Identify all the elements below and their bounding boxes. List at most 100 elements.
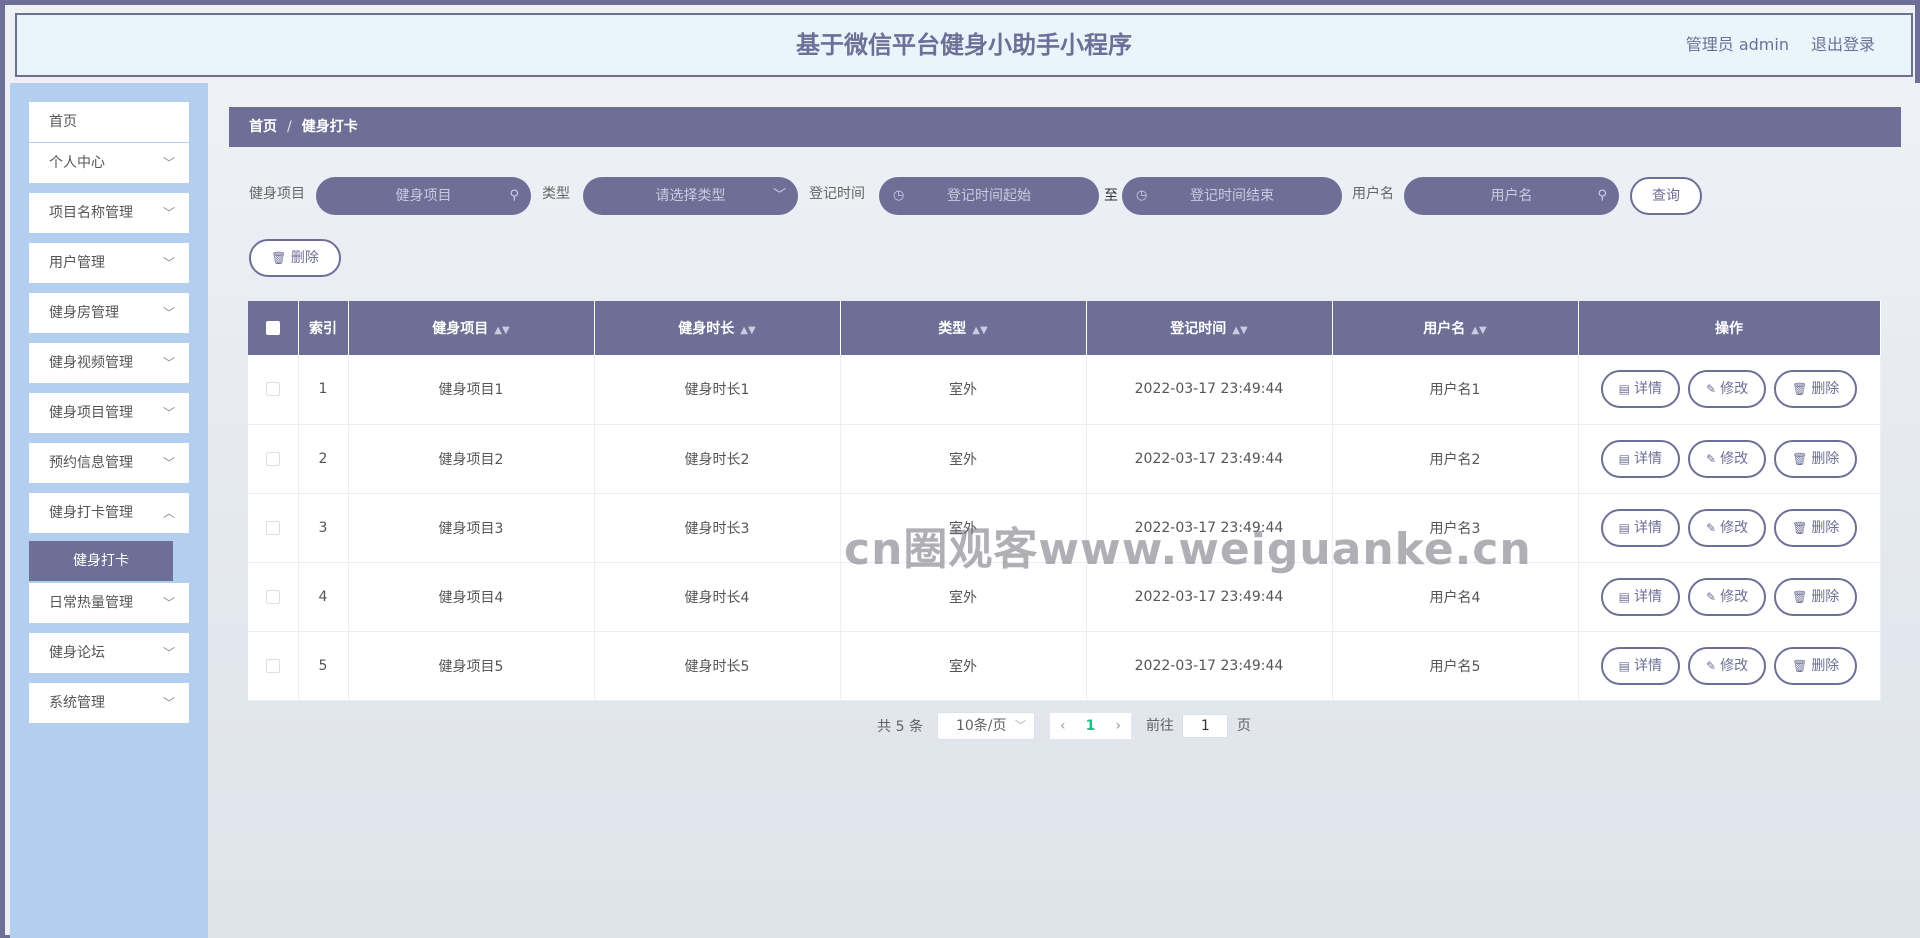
batch-delete-button[interactable]: 🗑 删除 xyxy=(249,239,341,277)
type-select[interactable]: 请选择类型 ﹀ xyxy=(583,177,798,215)
cell-actions: ▤ 详情 ✎ 修改 🗑 删除 xyxy=(1578,424,1881,494)
column-title: 用户名 xyxy=(1423,321,1466,337)
sort-icon[interactable]: ▲▼ xyxy=(972,325,987,336)
detail-button[interactable]: ▤ 详情 xyxy=(1600,439,1681,478)
delete-button[interactable]: 🗑 删除 xyxy=(1774,370,1858,409)
delete-label: 删除 xyxy=(1811,657,1840,674)
sort-icon[interactable]: ▲▼ xyxy=(1232,325,1247,336)
detail-label: 详情 xyxy=(1634,657,1663,674)
next-page-icon[interactable]: › xyxy=(1115,718,1121,734)
chevron-down-icon: ﹀ xyxy=(162,156,175,170)
sidebar-item-users[interactable]: 用户管理 ﹀ xyxy=(29,243,189,283)
row-checkbox[interactable] xyxy=(265,382,280,397)
edit-button[interactable]: ✎ 修改 xyxy=(1688,439,1767,478)
column-title: 健身时长 xyxy=(678,321,735,337)
delete-button[interactable]: 🗑 删除 xyxy=(1774,439,1858,478)
edit-button[interactable]: ✎ 修改 xyxy=(1688,646,1767,685)
sidebar-item-videos[interactable]: 健身视频管理 ﹀ xyxy=(29,343,189,383)
goto-prefix: 前往 xyxy=(1145,718,1174,734)
sort-icon[interactable]: ▲▼ xyxy=(740,325,755,336)
cell-type: 室外 xyxy=(840,631,1087,701)
cell-duration: 健身时长1 xyxy=(594,355,841,425)
row-select-cell xyxy=(248,493,299,563)
row-checkbox[interactable] xyxy=(265,451,280,466)
project-label: 健身项目 xyxy=(249,186,305,202)
query-button[interactable]: 查询 xyxy=(1630,177,1702,215)
delete-button[interactable]: 🗑 删除 xyxy=(1774,577,1858,616)
trash-icon: 🗑 xyxy=(1792,451,1808,466)
detail-label: 详情 xyxy=(1634,450,1663,467)
sidebar-item-calories[interactable]: 日常热量管理 ﹀ xyxy=(29,583,189,623)
chevron-down-icon: ﹀ xyxy=(1014,719,1026,732)
cell-project: 健身项目4 xyxy=(348,562,595,632)
goto-suffix: 页 xyxy=(1236,718,1251,734)
pager: ‹ 1 › xyxy=(1048,712,1132,740)
goto-page-input[interactable]: 1 xyxy=(1182,714,1229,738)
sort-icon[interactable]: ▲▼ xyxy=(1471,325,1486,336)
row-checkbox[interactable] xyxy=(265,520,280,535)
table-header-row: 索引 健身项目 ▲▼ 健身时长 ▲▼ 类型 ▲▼ 登记时间 ▲▼ 用户名 ▲▼ 操作 xyxy=(248,301,1881,355)
header-project[interactable]: 健身项目 ▲▼ xyxy=(348,301,595,355)
detail-button[interactable]: ▤ 详情 xyxy=(1600,508,1681,547)
header-select-all[interactable] xyxy=(248,301,299,355)
chevron-down-icon: ﹀ xyxy=(162,256,175,270)
page-size-select[interactable]: 10条/页 ﹀ xyxy=(936,712,1035,740)
delete-button[interactable]: 🗑 删除 xyxy=(1774,646,1858,685)
edit-button[interactable]: ✎ 修改 xyxy=(1688,508,1767,547)
detail-button[interactable]: ▤ 详情 xyxy=(1600,370,1681,409)
sidebar-item-system[interactable]: 系统管理 ﹀ xyxy=(29,683,189,723)
header-time[interactable]: 登记时间 ▲▼ xyxy=(1086,301,1333,355)
sidebar-item-gyms[interactable]: 健身房管理 ﹀ xyxy=(29,293,189,333)
pencil-icon: ✎ xyxy=(1706,382,1717,397)
edit-button[interactable]: ✎ 修改 xyxy=(1688,370,1767,409)
document-icon: ▤ xyxy=(1618,589,1631,604)
sidebar-item-home[interactable]: 首页 xyxy=(29,102,189,142)
header-duration[interactable]: 健身时长 ▲▼ xyxy=(594,301,841,355)
sidebar: 首页 个人中心 ﹀ 项目名称管理 ﹀ 用户管理 ﹀ 健身房管理 ﹀ 健身视频管理 ﹀ 健身… xyxy=(10,83,208,938)
logout-link[interactable]: 退出登录 xyxy=(1811,15,1875,75)
project-search-input[interactable]: 健身项目 ⚲ xyxy=(316,177,531,215)
breadcrumb-home[interactable]: 首页 xyxy=(249,119,277,135)
search-icon: ⚲ xyxy=(509,188,519,203)
time-end-input[interactable]: ◷ 登记时间结束 xyxy=(1122,177,1342,215)
detail-button[interactable]: ▤ 详情 xyxy=(1600,646,1681,685)
sidebar-item-personal-center[interactable]: 个人中心 ﹀ xyxy=(29,143,189,183)
cell-type: 室外 xyxy=(840,424,1087,494)
clock-icon: ◷ xyxy=(893,188,905,203)
cell-username: 用户名5 xyxy=(1332,631,1579,701)
header-type[interactable]: 类型 ▲▼ xyxy=(840,301,1087,355)
sidebar-item-label: 健身视频管理 xyxy=(49,355,133,371)
cell-username: 用户名2 xyxy=(1332,424,1579,494)
cell-index: 4 xyxy=(298,562,349,632)
sidebar-item-fitness-projects[interactable]: 健身项目管理 ﹀ xyxy=(29,393,189,433)
row-checkbox[interactable] xyxy=(265,589,280,604)
app-frame: 基于微信平台健身小助手小程序 管理员 admin 退出登录 首页 个人中心 ﹀ 项… xyxy=(5,5,1920,938)
detail-button[interactable]: ▤ 详情 xyxy=(1600,577,1681,616)
row-checkbox[interactable] xyxy=(265,658,280,673)
sidebar-subitem-checkin[interactable]: 健身打卡 xyxy=(29,541,173,581)
sidebar-item-label: 首页 xyxy=(49,114,77,130)
total-count: 共 5 条 xyxy=(877,719,923,735)
top-header: 基于微信平台健身小助手小程序 管理员 admin 退出登录 xyxy=(15,13,1913,77)
select-all-checkbox[interactable] xyxy=(265,321,280,335)
cell-index: 1 xyxy=(298,355,349,425)
sidebar-item-project-names[interactable]: 项目名称管理 ﹀ xyxy=(29,193,189,233)
sort-icon[interactable]: ▲▼ xyxy=(494,325,509,336)
page-number-current[interactable]: 1 xyxy=(1086,718,1096,734)
header-username[interactable]: 用户名 ▲▼ xyxy=(1332,301,1579,355)
username-search-input[interactable]: 用户名 ⚲ xyxy=(1404,177,1619,215)
time-start-input[interactable]: ◷ 登记时间起始 xyxy=(879,177,1099,215)
username-placeholder: 用户名 xyxy=(1490,188,1533,204)
delete-button[interactable]: 🗑 删除 xyxy=(1774,508,1858,547)
sidebar-item-label: 项目名称管理 xyxy=(49,205,133,221)
breadcrumb-current: 健身打卡 xyxy=(301,119,358,135)
sidebar-item-forum[interactable]: 健身论坛 ﹀ xyxy=(29,633,189,673)
document-icon: ▤ xyxy=(1618,451,1631,466)
edit-button[interactable]: ✎ 修改 xyxy=(1688,577,1767,616)
document-icon: ▤ xyxy=(1618,520,1631,535)
cell-username: 用户名1 xyxy=(1332,355,1579,425)
sidebar-item-reservations[interactable]: 预约信息管理 ﹀ xyxy=(29,443,189,483)
prev-page-icon[interactable]: ‹ xyxy=(1060,718,1066,734)
sidebar-item-checkin[interactable]: 健身打卡管理 ︿ xyxy=(29,493,189,533)
cell-time: 2022-03-17 23:49:44 xyxy=(1086,424,1333,494)
